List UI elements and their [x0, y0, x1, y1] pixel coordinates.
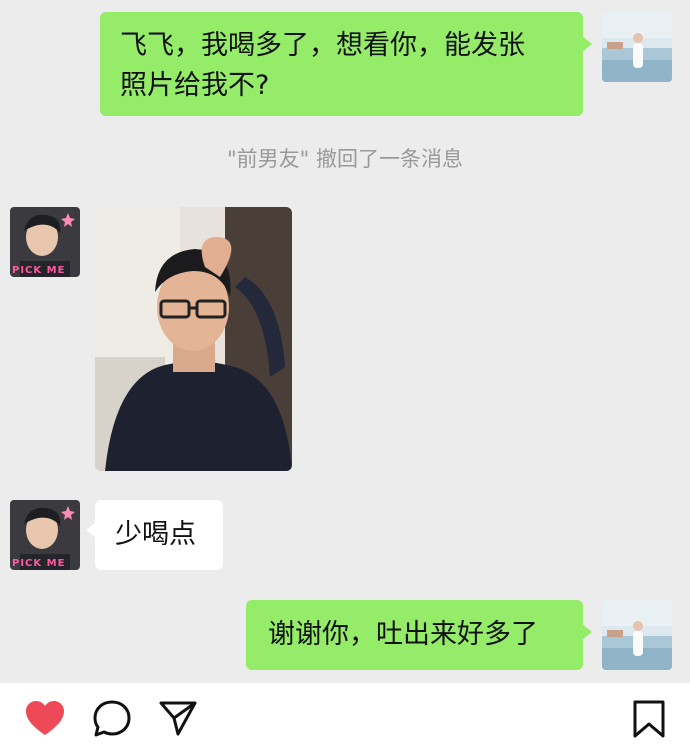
comment-button[interactable]: [92, 699, 132, 741]
recalled-message-notice: "前男友" 撤回了一条消息: [227, 147, 463, 171]
message-text-line: 照片给我不?: [120, 70, 270, 101]
share-button[interactable]: [158, 699, 198, 741]
chat-area: 飞飞，我喝多了，想看你，能发张 照片给我不? "前男友" 撤回了一条消息 PIC…: [0, 0, 690, 683]
photo-message[interactable]: [95, 207, 292, 471]
avatar-badge-text: PICK ME: [12, 558, 66, 569]
incoming-message[interactable]: 少喝点: [86, 500, 223, 570]
message-text: 谢谢你，吐出来好多了: [268, 619, 538, 650]
share-icon: [159, 701, 197, 736]
outgoing-message[interactable]: 谢谢你，吐出来好多了: [246, 600, 592, 670]
save-button[interactable]: [632, 699, 666, 743]
my-avatar[interactable]: [602, 12, 672, 82]
my-avatar[interactable]: [602, 600, 672, 670]
message-text: 少喝点: [115, 519, 196, 550]
post-action-bar: [0, 683, 690, 748]
like-button[interactable]: [24, 699, 66, 741]
bookmark-icon: [633, 700, 665, 738]
message-text-line: 飞飞，我喝多了，想看你，能发张: [120, 30, 525, 61]
contact-avatar[interactable]: PICK ME: [10, 500, 80, 570]
outgoing-message[interactable]: 飞飞，我喝多了，想看你，能发张 照片给我不?: [100, 12, 592, 116]
comment-icon: [93, 700, 131, 737]
heart-icon: [26, 701, 64, 735]
contact-avatar[interactable]: PICK ME: [10, 207, 80, 277]
avatar-badge-text: PICK ME: [12, 265, 66, 276]
